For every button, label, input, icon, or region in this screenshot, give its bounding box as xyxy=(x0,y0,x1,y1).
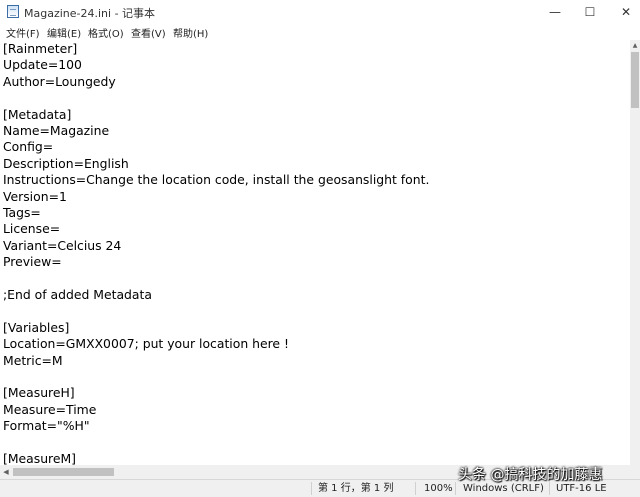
watermark-overlay: 头条 @搞科技的加藤惠 xyxy=(458,467,603,483)
text-line: Config= xyxy=(3,139,54,155)
text-line: License= xyxy=(3,221,61,237)
text-line: Author=Loungedy xyxy=(3,73,116,89)
text-line: [MeasureM] xyxy=(3,451,77,465)
menu-file[interactable]: 文件(F) xyxy=(6,25,40,40)
vertical-scroll-thumb[interactable] xyxy=(631,52,639,108)
text-line: Location=GMXX0007; put your location her… xyxy=(3,336,289,352)
text-line: ;End of added Metadata xyxy=(3,287,152,302)
text-line: Metric=M xyxy=(3,352,63,368)
text-line: [Metadata] xyxy=(3,106,72,122)
menu-format[interactable]: 格式(O) xyxy=(88,25,124,40)
close-button[interactable]: ✕ xyxy=(603,0,640,24)
text-line: Measure=Time xyxy=(3,401,97,417)
text-line: Description=English xyxy=(3,155,129,171)
text-line: Variant=Celcius 24 xyxy=(3,237,122,253)
text-editor[interactable]: [Rainmeter] Update=100 Author=Loungedy [… xyxy=(0,40,630,465)
status-divider xyxy=(311,482,312,495)
window-title: Magazine-24.ini - 记事本 xyxy=(24,7,156,20)
scrollbar-corner xyxy=(630,465,640,479)
zoom-level: 100% xyxy=(424,483,453,494)
text-line: Version=1 xyxy=(3,188,67,204)
menu-edit[interactable]: 编辑(E) xyxy=(47,25,81,40)
text-line: [Rainmeter] xyxy=(3,41,78,56)
notepad-icon xyxy=(7,5,19,18)
cursor-position: 第 1 行，第 1 列 xyxy=(318,483,394,494)
scroll-left-icon[interactable]: ◀ xyxy=(0,465,12,479)
text-line: Instructions=Change the location code, i… xyxy=(3,172,430,188)
horizontal-scroll-thumb[interactable] xyxy=(13,468,114,476)
text-line: [Variables] xyxy=(3,319,70,335)
status-divider xyxy=(455,482,456,495)
scroll-up-icon[interactable]: ▲ xyxy=(630,40,640,52)
text-line: Format="%H" xyxy=(3,418,90,434)
menu-help[interactable]: 帮助(H) xyxy=(173,25,208,40)
text-line: Name=Magazine xyxy=(3,123,110,138)
text-line: [MeasureH] xyxy=(3,385,75,401)
status-divider xyxy=(415,482,416,495)
text-line: Preview= xyxy=(3,254,62,270)
text-line: Tags= xyxy=(3,205,41,220)
text-line: Update=100 xyxy=(3,57,82,73)
menu-bar: 文件(F) 编辑(E) 格式(O) 查看(V) 帮助(H) xyxy=(0,24,640,40)
vertical-scrollbar[interactable]: ▲ xyxy=(630,40,640,465)
menu-view[interactable]: 查看(V) xyxy=(131,25,166,40)
title-bar: Magazine-24.ini - 记事本 — ☐ ✕ xyxy=(0,0,640,24)
